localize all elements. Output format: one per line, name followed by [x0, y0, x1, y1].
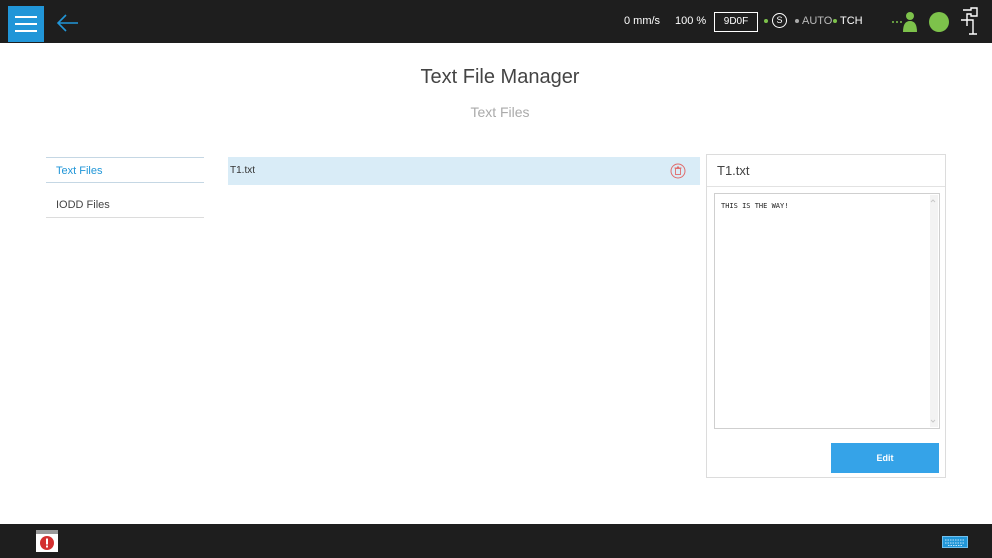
mode-auto-label: AUTO	[802, 15, 833, 27]
mode-tch-label: TCH	[840, 15, 863, 27]
file-content-textarea[interactable]: THIS IS THE WAY!	[714, 193, 940, 429]
robot-arm-icon[interactable]	[957, 6, 983, 36]
top-bar: 0 mm/s 100 % 9D0F S AUTO TCH	[0, 0, 992, 43]
mode-s-icon: S	[772, 13, 787, 28]
sidebar-item-text-files[interactable]: Text Files	[46, 157, 204, 183]
menu-button[interactable]	[8, 6, 44, 42]
panel-divider	[707, 186, 945, 187]
scroll-up-icon[interactable]	[930, 198, 936, 204]
sidebar-item-iodd-files[interactable]: IODD Files	[46, 192, 204, 218]
back-arrow-icon[interactable]	[52, 8, 82, 38]
file-list-item[interactable]: T1.txt	[228, 157, 700, 185]
file-name: T1.txt	[230, 165, 256, 176]
dof-mode-badge[interactable]: 9D0F	[714, 12, 758, 32]
scroll-down-icon[interactable]	[930, 418, 936, 424]
preview-filename: T1.txt	[717, 163, 750, 178]
edit-button[interactable]: Edit	[831, 443, 939, 473]
mode-auto: AUTO	[795, 0, 832, 43]
speed-override: 100 %	[675, 15, 707, 27]
person-icon[interactable]	[890, 10, 920, 34]
mode-tch: TCH	[833, 0, 863, 43]
keyboard-icon[interactable]	[942, 536, 968, 548]
menu-icon-line	[15, 23, 37, 25]
menu-icon	[15, 16, 37, 18]
status-circle[interactable]	[929, 12, 949, 32]
menu-icon-line	[15, 30, 37, 32]
scrollbar[interactable]	[930, 195, 938, 427]
alert-icon[interactable]	[35, 529, 59, 553]
page-title: Text File Manager	[420, 66, 580, 88]
bottom-bar	[0, 524, 992, 558]
file-content-text: THIS IS THE WAY!	[721, 202, 789, 210]
speed-readout: 0 mm/s	[624, 15, 661, 27]
delete-icon[interactable]	[670, 163, 686, 179]
mode-s-dot	[764, 0, 771, 43]
page-subtitle: Text Files	[470, 104, 530, 120]
file-preview-panel: T1.txt THIS IS THE WAY! Edit	[706, 154, 946, 478]
